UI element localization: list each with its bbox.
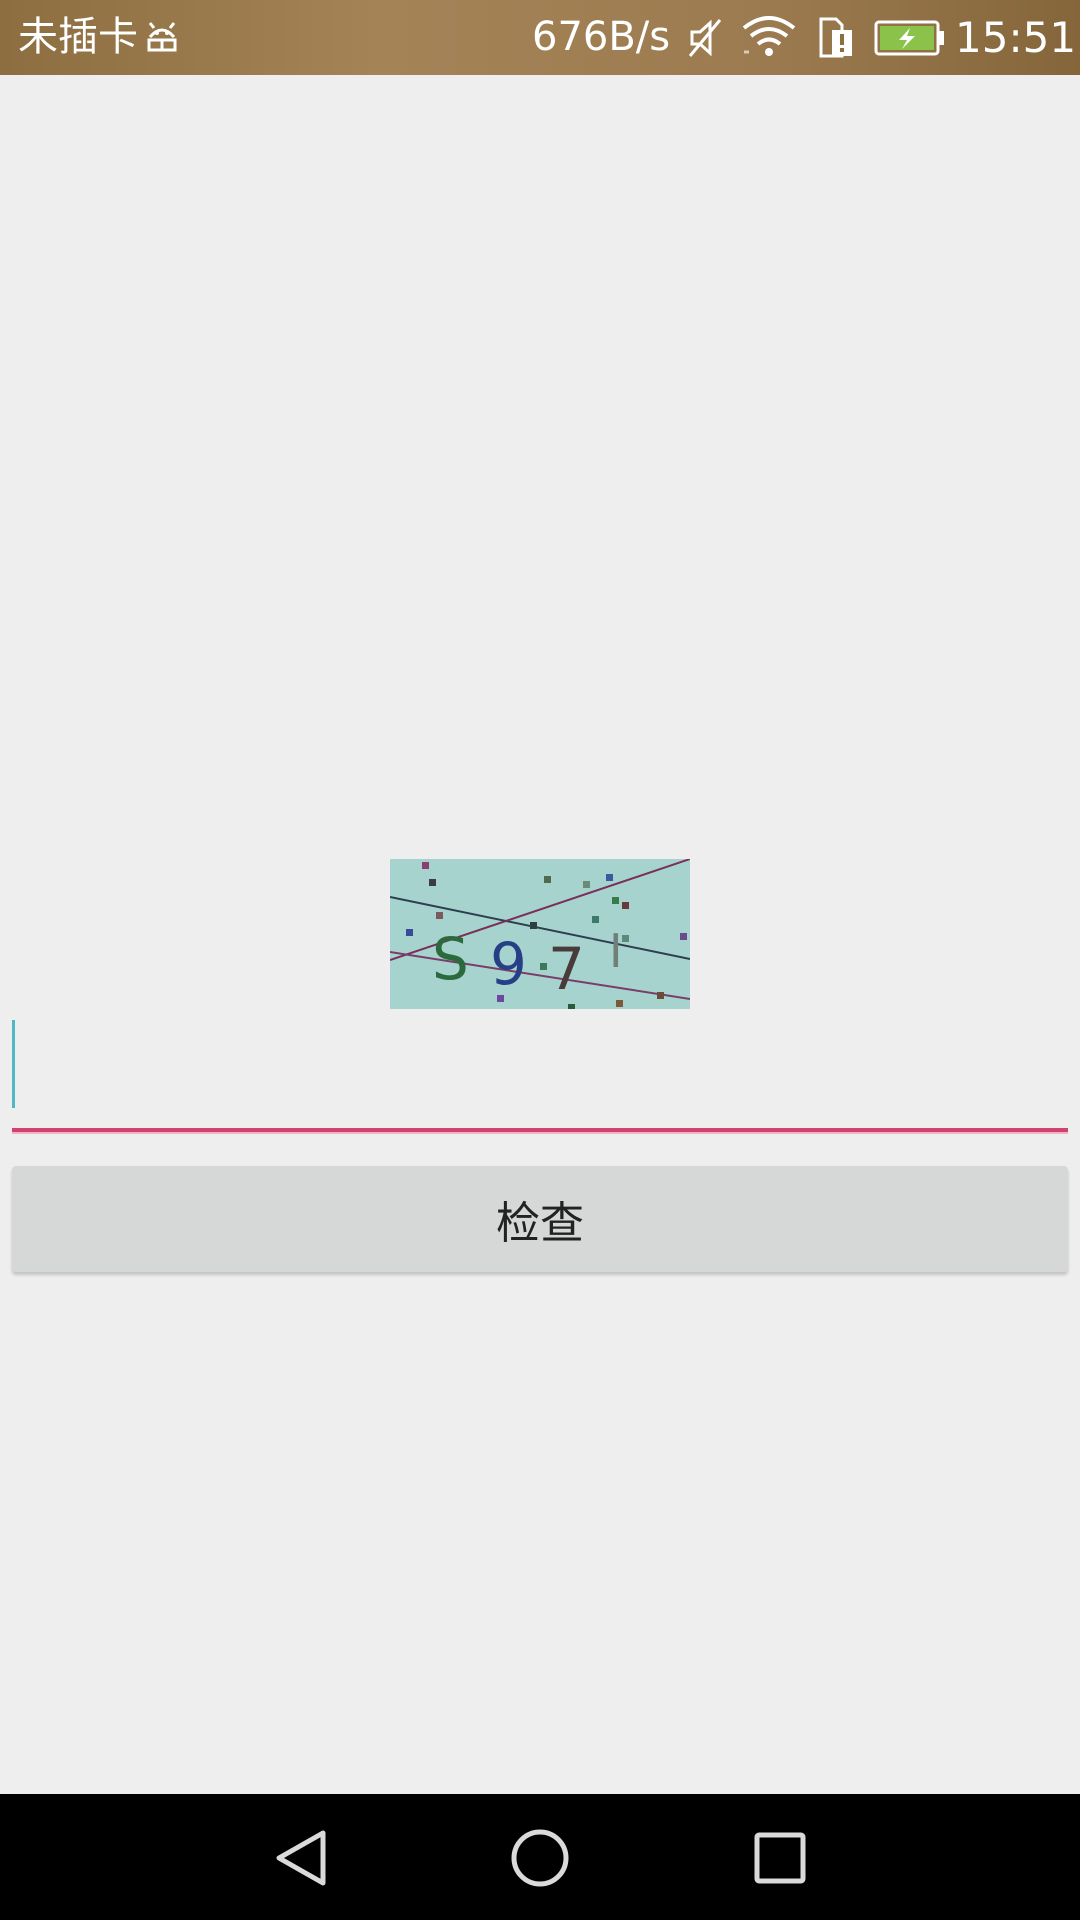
wifi-icon (742, 16, 796, 56)
captcha-char-2: 9 (490, 930, 527, 998)
captcha-input[interactable] (12, 1015, 1068, 1125)
carrier-label: 未插卡 (18, 14, 138, 60)
sim-alert-icon (819, 17, 852, 58)
back-icon[interactable] (250, 1807, 350, 1907)
recents-icon[interactable] (730, 1807, 830, 1907)
mute-icon (688, 19, 722, 57)
home-icon[interactable] (490, 1807, 590, 1907)
captcha-char-4: I (609, 924, 623, 978)
navigation-bar (0, 1794, 1080, 1920)
network-speed: 676B/s (532, 14, 671, 60)
check-button[interactable]: 检查 (12, 1166, 1068, 1272)
battery-charging-icon (874, 20, 944, 56)
android-debug-icon (147, 22, 177, 52)
captcha-char-3: 7 (548, 935, 585, 1003)
captcha-char-1: S (432, 925, 469, 993)
app-screen: 未插卡 676B/s 15:51 S 9 7 I 检查 (0, 0, 1080, 1920)
clock: 15:51 (955, 13, 1077, 62)
captcha-input-container (12, 1015, 1068, 1135)
status-bar: 未插卡 676B/s 15:51 (0, 0, 1080, 75)
input-underline (12, 1128, 1068, 1134)
captcha-image[interactable]: S 9 7 I (390, 859, 690, 1009)
text-caret (12, 1020, 15, 1108)
